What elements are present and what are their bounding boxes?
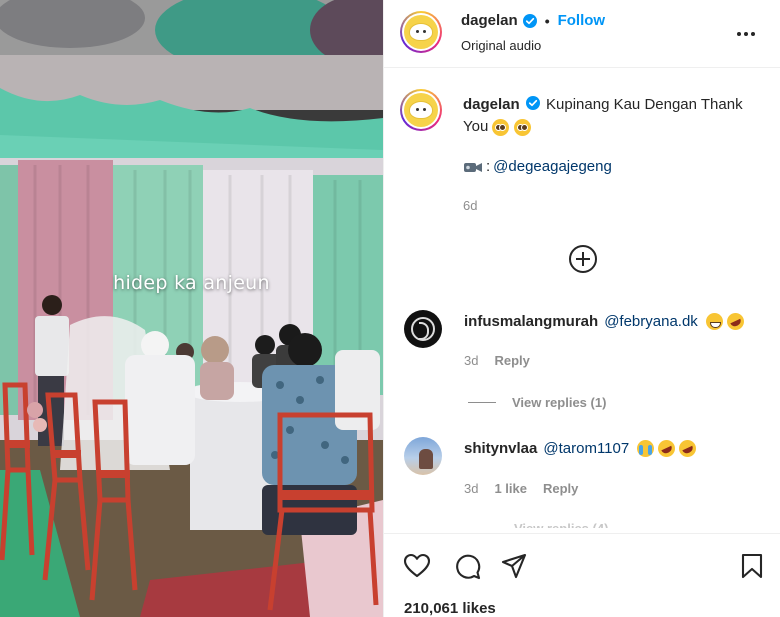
comment-icon[interactable] <box>453 552 481 580</box>
crying-face-emoji-icon <box>637 440 655 457</box>
share-icon[interactable] <box>500 552 528 580</box>
comment-username[interactable]: shitynvlaa <box>464 440 537 457</box>
pleading-face-emoji-icon <box>492 118 510 136</box>
view-replies-button[interactable]: View replies (1) <box>468 395 606 410</box>
verified-badge-icon <box>525 96 540 110</box>
caption-credit-line: : @degeagajegeng <box>463 158 612 175</box>
comment-likes[interactable]: 1 like <box>494 481 527 496</box>
view-replies-button[interactable]: View replies (4) <box>514 520 608 528</box>
more-options-icon[interactable] <box>737 24 759 44</box>
author-avatar[interactable] <box>400 11 442 53</box>
credit-colon: : <box>486 158 491 175</box>
post-panel: dagelan • Follow Original audio dagelan … <box>383 0 780 617</box>
caption-text-block: dagelan Kupinang Kau Dengan Thank You <box>463 94 763 138</box>
post-header: dagelan • Follow Original audio <box>384 0 780 68</box>
author-username[interactable]: dagelan <box>461 12 518 29</box>
comment-time[interactable]: 3d <box>464 481 478 496</box>
comment-meta: 3d 1 like Reply <box>464 481 578 496</box>
rofl-emoji-icon <box>724 310 747 333</box>
grinning-face-emoji-icon <box>705 313 723 330</box>
commenter-avatar[interactable] <box>404 310 442 348</box>
commenter-avatar[interactable] <box>404 437 442 475</box>
video-player[interactable]: hidep ka anjeun <box>0 0 383 617</box>
comment-mention-link[interactable]: @febryana.dk <box>604 313 698 330</box>
comment-row: shitynvlaa @tarom1107 <box>464 437 699 460</box>
caption-author-avatar[interactable] <box>400 89 442 131</box>
comment-meta: 3d Reply <box>464 353 530 368</box>
action-bar: 210,061 likes <box>384 533 780 617</box>
video-camera-icon <box>464 162 482 172</box>
caption-timestamp[interactable]: 6d <box>463 198 477 213</box>
video-frame <box>0 0 383 617</box>
add-circle-icon[interactable] <box>568 244 598 274</box>
caption-mention-link[interactable]: @degeagajegeng <box>493 158 612 175</box>
audio-label[interactable]: Original audio <box>461 38 541 53</box>
rofl-emoji-icon <box>655 437 678 460</box>
comment-row: infusmalangmurah @febryana.dk <box>464 310 747 333</box>
separator-dot: • <box>544 12 550 29</box>
comment-time[interactable]: 3d <box>464 353 478 368</box>
reply-button[interactable]: Reply <box>543 481 578 496</box>
comment-mention-link[interactable]: @tarom1107 <box>543 440 629 457</box>
caption-username[interactable]: dagelan <box>463 96 520 113</box>
follow-button[interactable]: Follow <box>558 12 606 29</box>
author-row: dagelan • Follow <box>461 12 605 29</box>
view-replies-line <box>468 402 496 403</box>
rofl-emoji-icon <box>676 437 699 460</box>
comment-username[interactable]: infusmalangmurah <box>464 313 598 330</box>
bookmark-icon[interactable] <box>738 552 766 580</box>
reply-button[interactable]: Reply <box>494 353 529 368</box>
video-overlay-text: hidep ka anjeun <box>113 272 270 294</box>
view-replies-label: View replies (1) <box>512 395 607 410</box>
verified-badge-icon <box>522 13 537 28</box>
pleading-face-emoji-icon <box>513 118 531 136</box>
likes-count[interactable]: 210,061 likes <box>404 600 496 617</box>
heart-icon[interactable] <box>403 552 431 580</box>
